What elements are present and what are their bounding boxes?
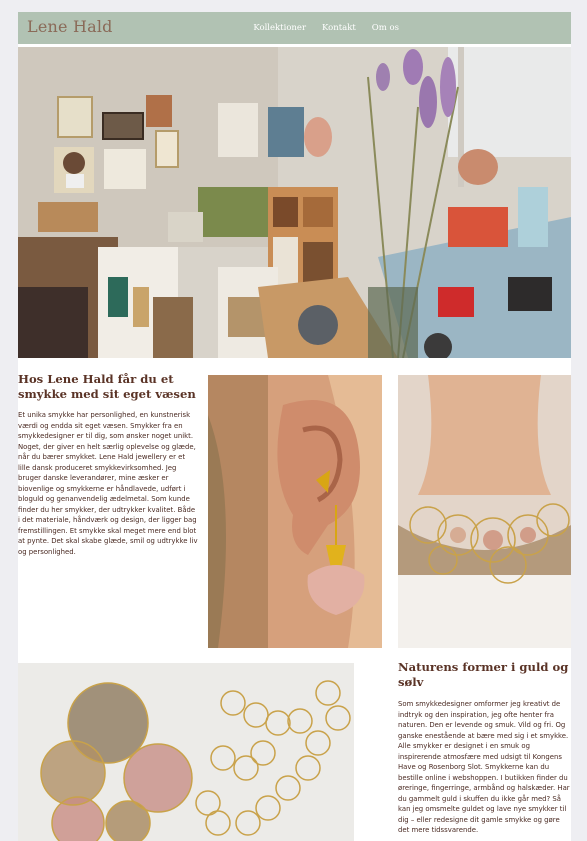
site-header: Lene Hald Kollektioner Kontakt Om os bbox=[18, 12, 571, 44]
intro-section: Hos Lene Hald får du et smykke med sit e… bbox=[18, 372, 198, 557]
main-nav: Kollektioner Kontakt Om os bbox=[253, 12, 399, 44]
necklace-photo bbox=[398, 375, 571, 648]
nav-item-kontakt[interactable]: Kontakt bbox=[322, 23, 356, 33]
nature-heading: Naturens former i guld og sølv bbox=[398, 660, 569, 689]
nav-item-kollektioner[interactable]: Kollektioner bbox=[253, 23, 306, 33]
brand-logo[interactable]: Lene Hald bbox=[27, 17, 113, 36]
page: Lene Hald Kollektioner Kontakt Om os Hos… bbox=[18, 12, 571, 841]
nav-item-om-os[interactable]: Om os bbox=[372, 23, 399, 33]
workshop-hero-image bbox=[18, 47, 571, 358]
nature-section: Naturens former i guld og sølv Som smykk… bbox=[398, 660, 571, 836]
intro-heading: Hos Lene Hald får du et smykke med sit e… bbox=[18, 372, 196, 401]
nature-paragraph: Som smykkedesigner omformer jeg kreativt… bbox=[398, 700, 570, 834]
earring-photo bbox=[208, 375, 382, 648]
intro-paragraph: Et unika smykke har personlighed, en kun… bbox=[18, 411, 198, 556]
jewellery-flatlay-photo bbox=[18, 663, 354, 841]
